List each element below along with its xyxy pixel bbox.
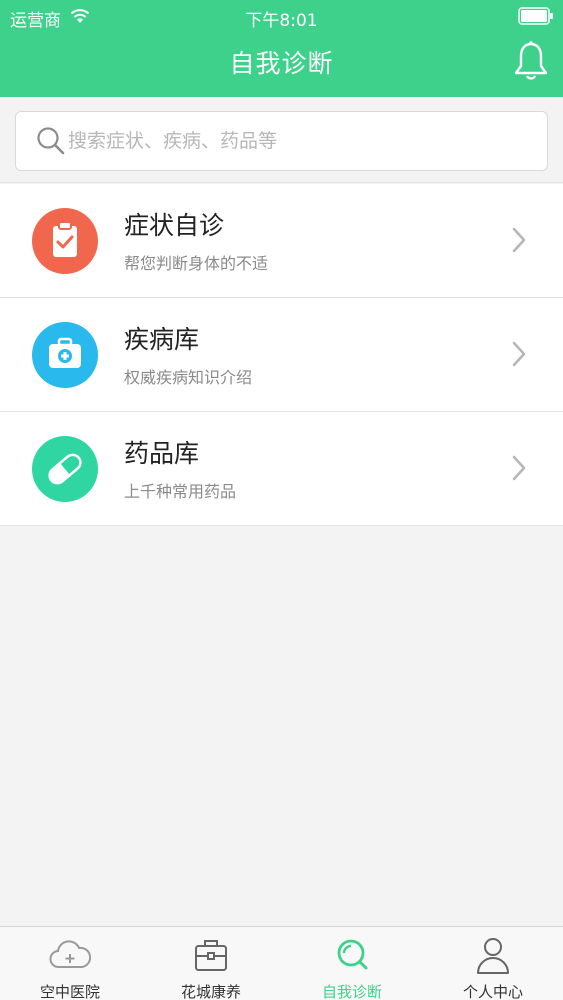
tab-self-diagnosis[interactable]: 自我诊断 <box>282 927 422 1000</box>
search-bar-container <box>0 97 563 183</box>
item-title: 药品库 <box>124 439 200 468</box>
search-icon <box>37 127 65 155</box>
person-icon <box>477 938 509 974</box>
medical-kit-icon <box>32 322 98 388</box>
pill-icon <box>32 436 98 502</box>
bell-icon[interactable] <box>513 40 549 82</box>
tab-label: 空中医院 <box>39 983 100 1000</box>
chevron-right-icon <box>512 227 526 253</box>
tab-huacheng-wellness[interactable]: 花城康养 <box>141 927 281 1000</box>
list-item-drug-library[interactable]: 药品库 上千种常用药品 <box>0 412 563 526</box>
cloud-plus-icon <box>49 940 92 968</box>
item-subtitle: 上千种常用药品 <box>124 482 237 501</box>
search-box[interactable] <box>15 111 548 171</box>
tab-label: 个人中心 <box>462 983 523 1000</box>
tab-bar: 空中医院 花城康养 自我诊断 个人中心 <box>0 926 563 1000</box>
tab-sky-hospital[interactable]: 空中医院 <box>0 927 140 1000</box>
item-subtitle: 帮您判断身体的不适 <box>124 254 269 273</box>
list-item-disease-library[interactable]: 疾病库 权威疾病知识介绍 <box>0 298 563 412</box>
briefcase-icon <box>195 940 227 971</box>
item-subtitle: 权威疾病知识介绍 <box>124 368 253 387</box>
header: 运营商 下午8:01 自我诊断 <box>0 0 563 97</box>
search-input[interactable] <box>68 124 528 158</box>
page-title: 自我诊断 <box>229 49 334 78</box>
clipboard-check-icon <box>32 208 98 274</box>
battery-icon <box>518 7 553 25</box>
tab-personal-center[interactable]: 个人中心 <box>423 927 563 1000</box>
list-item-symptom-check[interactable]: 症状自诊 帮您判断身体的不适 <box>0 184 563 298</box>
tab-label: 花城康养 <box>180 983 241 1000</box>
chevron-right-icon <box>512 455 526 481</box>
tab-label: 自我诊断 <box>321 983 382 1000</box>
item-title: 疾病库 <box>124 325 200 354</box>
status-bar: 运营商 下午8:01 <box>0 0 563 34</box>
search-icon <box>337 939 368 970</box>
status-time: 下午8:01 <box>245 11 318 31</box>
item-title: 症状自诊 <box>124 211 225 240</box>
chevron-right-icon <box>512 341 526 367</box>
feature-list: 症状自诊 帮您判断身体的不适 疾病库 权威疾病知识介绍 药品库 上千种常用药品 <box>0 184 563 526</box>
